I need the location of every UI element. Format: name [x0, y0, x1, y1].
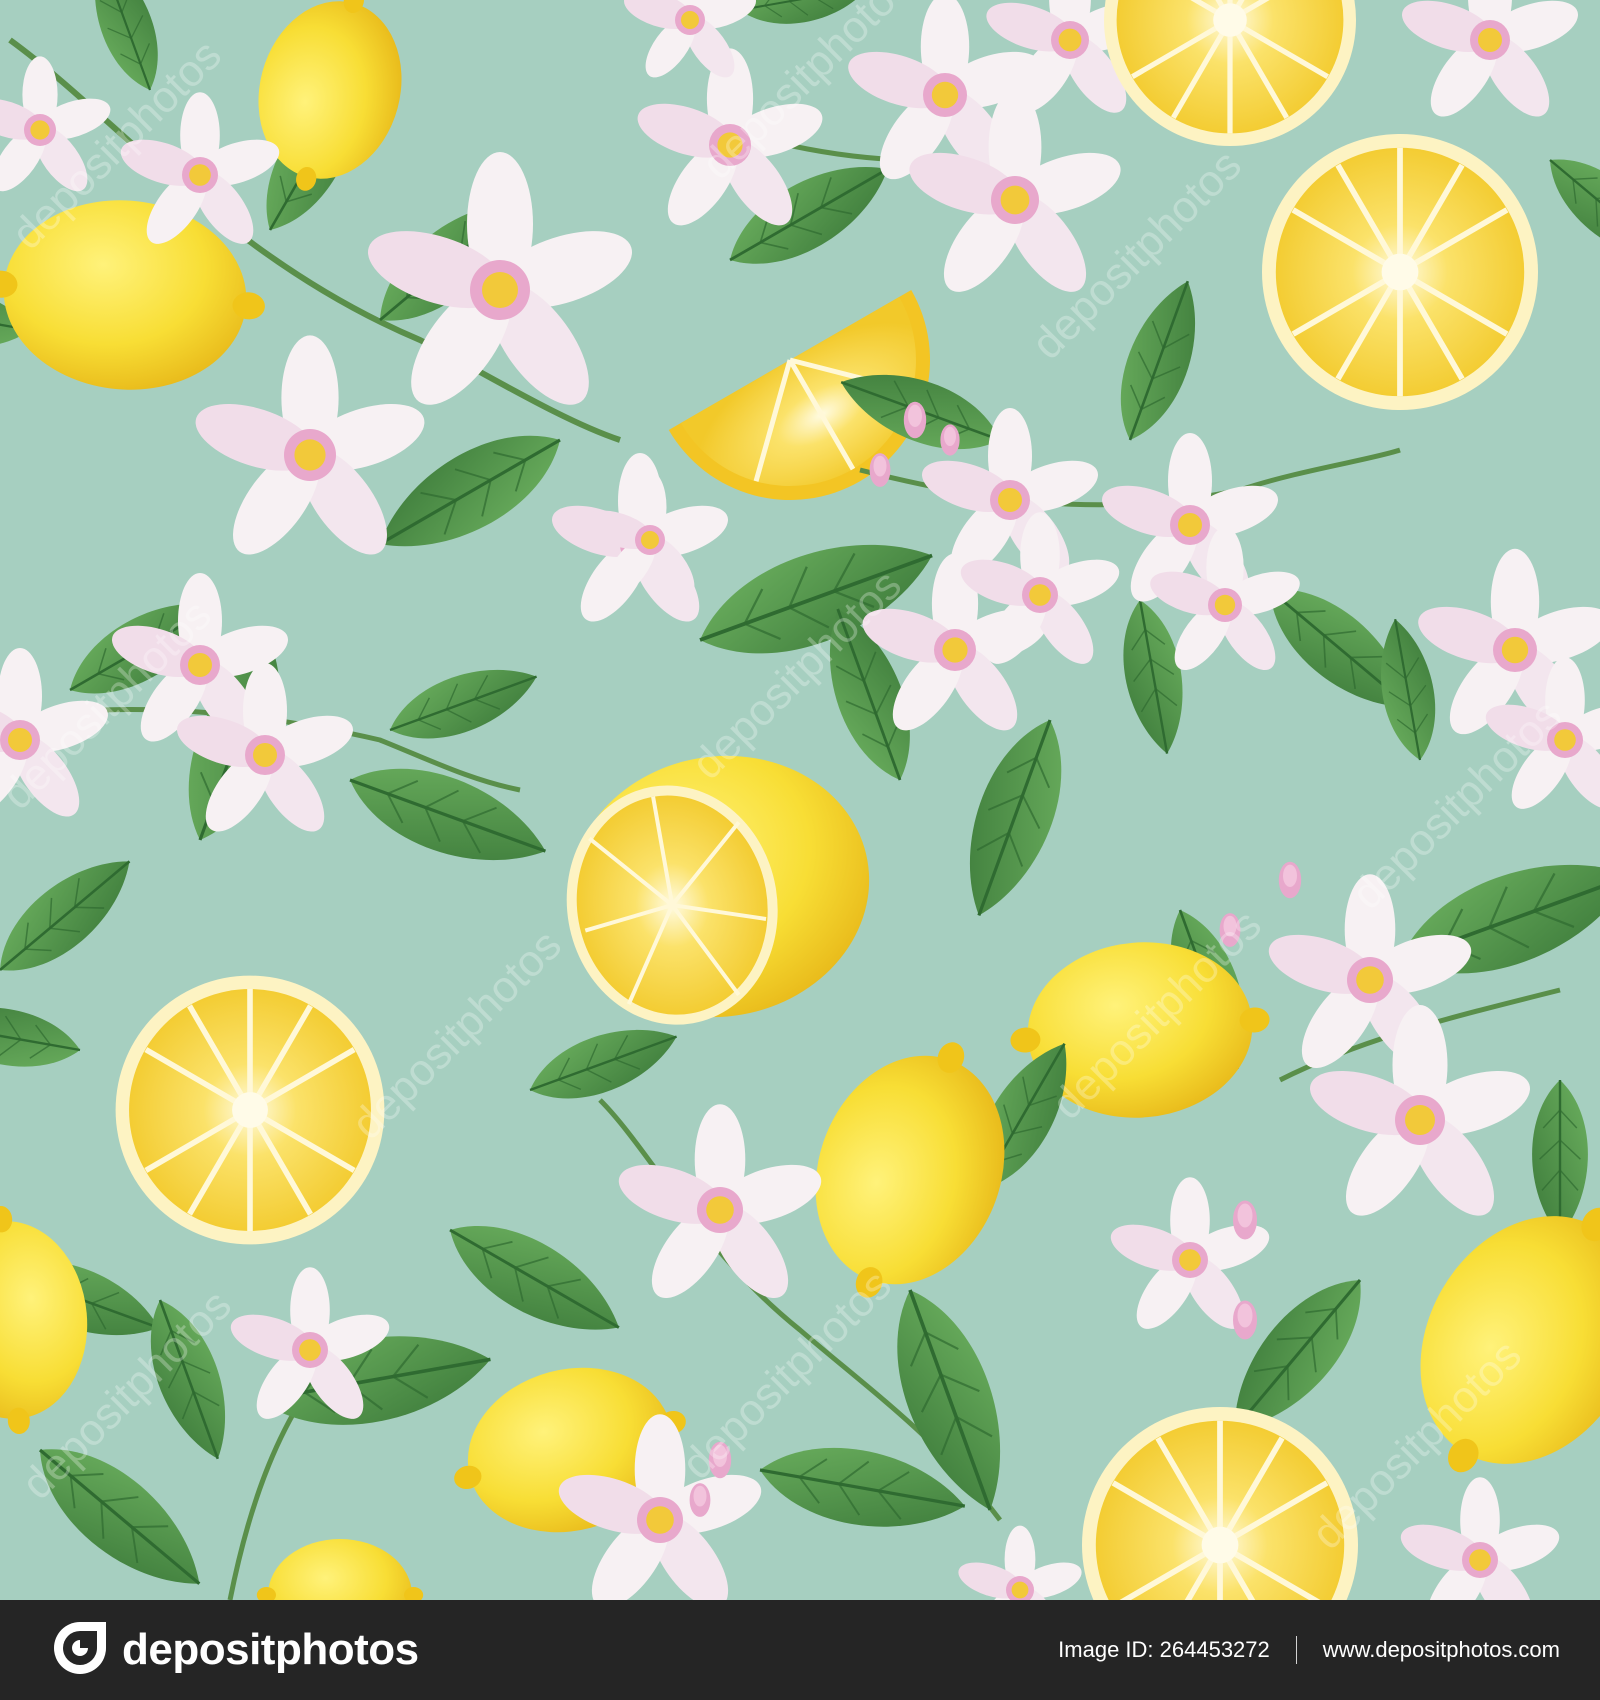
- lemon-slice: [116, 976, 385, 1245]
- bud: [689, 1483, 711, 1517]
- depositphotos-logo-icon: [52, 1620, 108, 1681]
- bud: [903, 401, 927, 439]
- bud: [708, 1441, 732, 1479]
- footer-meta: Image ID: 264453272 www.depositphotos.co…: [1058, 1636, 1560, 1664]
- bud: [1233, 1300, 1257, 1340]
- bud: [1233, 1200, 1257, 1240]
- footer-divider: [1295, 1636, 1297, 1664]
- bud: [940, 424, 960, 456]
- bud: [869, 453, 891, 487]
- lemon-slice: [1262, 134, 1538, 410]
- bud: [1278, 861, 1302, 899]
- footer-bar: depositphotos Image ID: 264453272 www.de…: [0, 1600, 1600, 1700]
- bud: [1219, 913, 1241, 947]
- lemon-pattern-artwork: [0, 0, 1600, 1600]
- image-stage: depositphotos depositphotos depositphoto…: [0, 0, 1600, 1700]
- brand-name: depositphotos: [122, 1625, 419, 1674]
- image-id: Image ID: 264453272: [1058, 1637, 1270, 1662]
- brand[interactable]: depositphotos: [52, 1620, 419, 1681]
- site-link[interactable]: www.depositphotos.com: [1323, 1637, 1560, 1663]
